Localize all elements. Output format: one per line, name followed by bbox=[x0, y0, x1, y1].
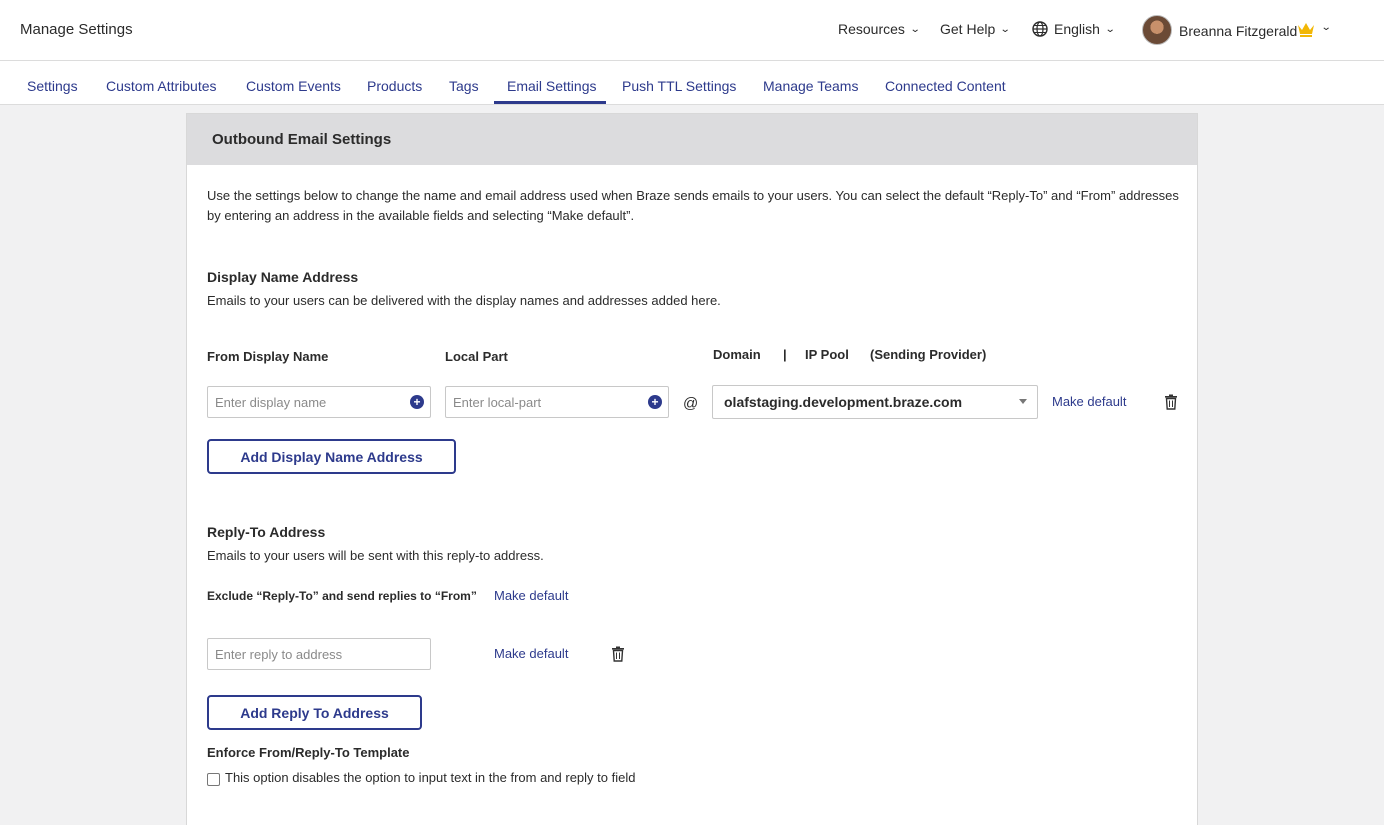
add-display-name-address-button[interactable]: Add Display Name Address bbox=[207, 439, 456, 474]
enforce-template-checkbox-label: This option disables the option to input… bbox=[225, 770, 636, 785]
domain-select-value: olafstaging.development.braze.com bbox=[724, 394, 963, 410]
trash-icon[interactable] bbox=[1164, 394, 1178, 410]
chevron-down-icon: ⌄ bbox=[909, 23, 921, 35]
tab-tags[interactable]: Tags bbox=[449, 78, 479, 94]
get-help-label: Get Help bbox=[940, 21, 996, 37]
at-symbol: @ bbox=[683, 395, 699, 412]
column-separator: | bbox=[783, 347, 787, 362]
exclude-reply-to-make-default-link[interactable]: Make default bbox=[494, 588, 568, 603]
avatar[interactable] bbox=[1142, 15, 1172, 45]
crown-icon bbox=[1298, 23, 1314, 37]
from-display-name-label: From Display Name bbox=[207, 349, 329, 364]
insert-personalization-icon[interactable]: + bbox=[648, 395, 662, 409]
reply-to-make-default-link[interactable]: Make default bbox=[494, 646, 568, 661]
tab-manage-teams[interactable]: Manage Teams bbox=[763, 78, 858, 94]
display-name-heading: Display Name Address bbox=[207, 269, 359, 285]
get-help-menu[interactable]: Get Help ⌄ bbox=[940, 21, 1011, 37]
chevron-down-icon: ⌄ bbox=[1104, 23, 1116, 35]
caret-down-icon bbox=[1019, 399, 1027, 404]
user-name[interactable]: Breanna Fitzgerald bbox=[1179, 23, 1297, 39]
page-title: Manage Settings bbox=[20, 21, 133, 38]
chevron-down-icon[interactable]: ⌄ bbox=[1321, 22, 1332, 33]
globe-icon bbox=[1032, 21, 1048, 37]
domain-label: Domain bbox=[713, 347, 761, 362]
language-menu[interactable]: English ⌄ bbox=[1032, 21, 1116, 37]
top-bar: Manage Settings Resources ⌄ Get Help ⌄ E… bbox=[0, 0, 1384, 61]
reply-to-heading: Reply-To Address bbox=[207, 524, 326, 540]
tab-connected-content[interactable]: Connected Content bbox=[885, 78, 1006, 94]
enforce-template-heading: Enforce From/Reply-To Template bbox=[207, 745, 410, 760]
tab-push-ttl-settings[interactable]: Push TTL Settings bbox=[622, 78, 736, 94]
add-reply-to-address-button[interactable]: Add Reply To Address bbox=[207, 695, 422, 730]
reply-to-input[interactable] bbox=[207, 638, 431, 670]
local-part-label: Local Part bbox=[445, 349, 508, 364]
from-display-name-input[interactable] bbox=[207, 386, 431, 418]
trash-icon[interactable] bbox=[611, 646, 625, 662]
ip-pool-label: IP Pool bbox=[805, 347, 849, 362]
reply-to-description: Emails to your users will be sent with t… bbox=[207, 548, 544, 563]
card-header: Outbound Email Settings bbox=[187, 114, 1197, 165]
display-name-make-default-link[interactable]: Make default bbox=[1052, 394, 1126, 409]
tab-settings[interactable]: Settings bbox=[27, 78, 78, 94]
card-title: Outbound Email Settings bbox=[212, 131, 392, 148]
display-name-description: Emails to your users can be delivered wi… bbox=[207, 293, 721, 308]
resources-menu[interactable]: Resources ⌄ bbox=[838, 21, 921, 37]
resources-label: Resources bbox=[838, 21, 905, 37]
domain-select[interactable]: olafstaging.development.braze.com bbox=[712, 385, 1038, 419]
exclude-reply-to-label: Exclude “Reply-To” and send replies to “… bbox=[207, 589, 477, 603]
insert-personalization-icon[interactable]: + bbox=[410, 395, 424, 409]
local-part-input[interactable] bbox=[445, 386, 669, 418]
outbound-email-settings-card: Outbound Email Settings Use the settings… bbox=[186, 113, 1198, 825]
chevron-down-icon: ⌄ bbox=[999, 23, 1011, 35]
tab-products[interactable]: Products bbox=[367, 78, 422, 94]
tab-custom-events[interactable]: Custom Events bbox=[246, 78, 341, 94]
active-tab-indicator bbox=[494, 101, 606, 104]
intro-text: Use the settings below to change the nam… bbox=[207, 188, 1179, 223]
language-label: English bbox=[1054, 21, 1100, 37]
tab-email-settings[interactable]: Email Settings bbox=[507, 78, 596, 94]
sending-provider-label: (Sending Provider) bbox=[870, 347, 987, 362]
tab-bar: Settings Custom Attributes Custom Events… bbox=[0, 61, 1384, 105]
tab-custom-attributes[interactable]: Custom Attributes bbox=[106, 78, 217, 94]
enforce-template-checkbox[interactable] bbox=[207, 773, 220, 786]
